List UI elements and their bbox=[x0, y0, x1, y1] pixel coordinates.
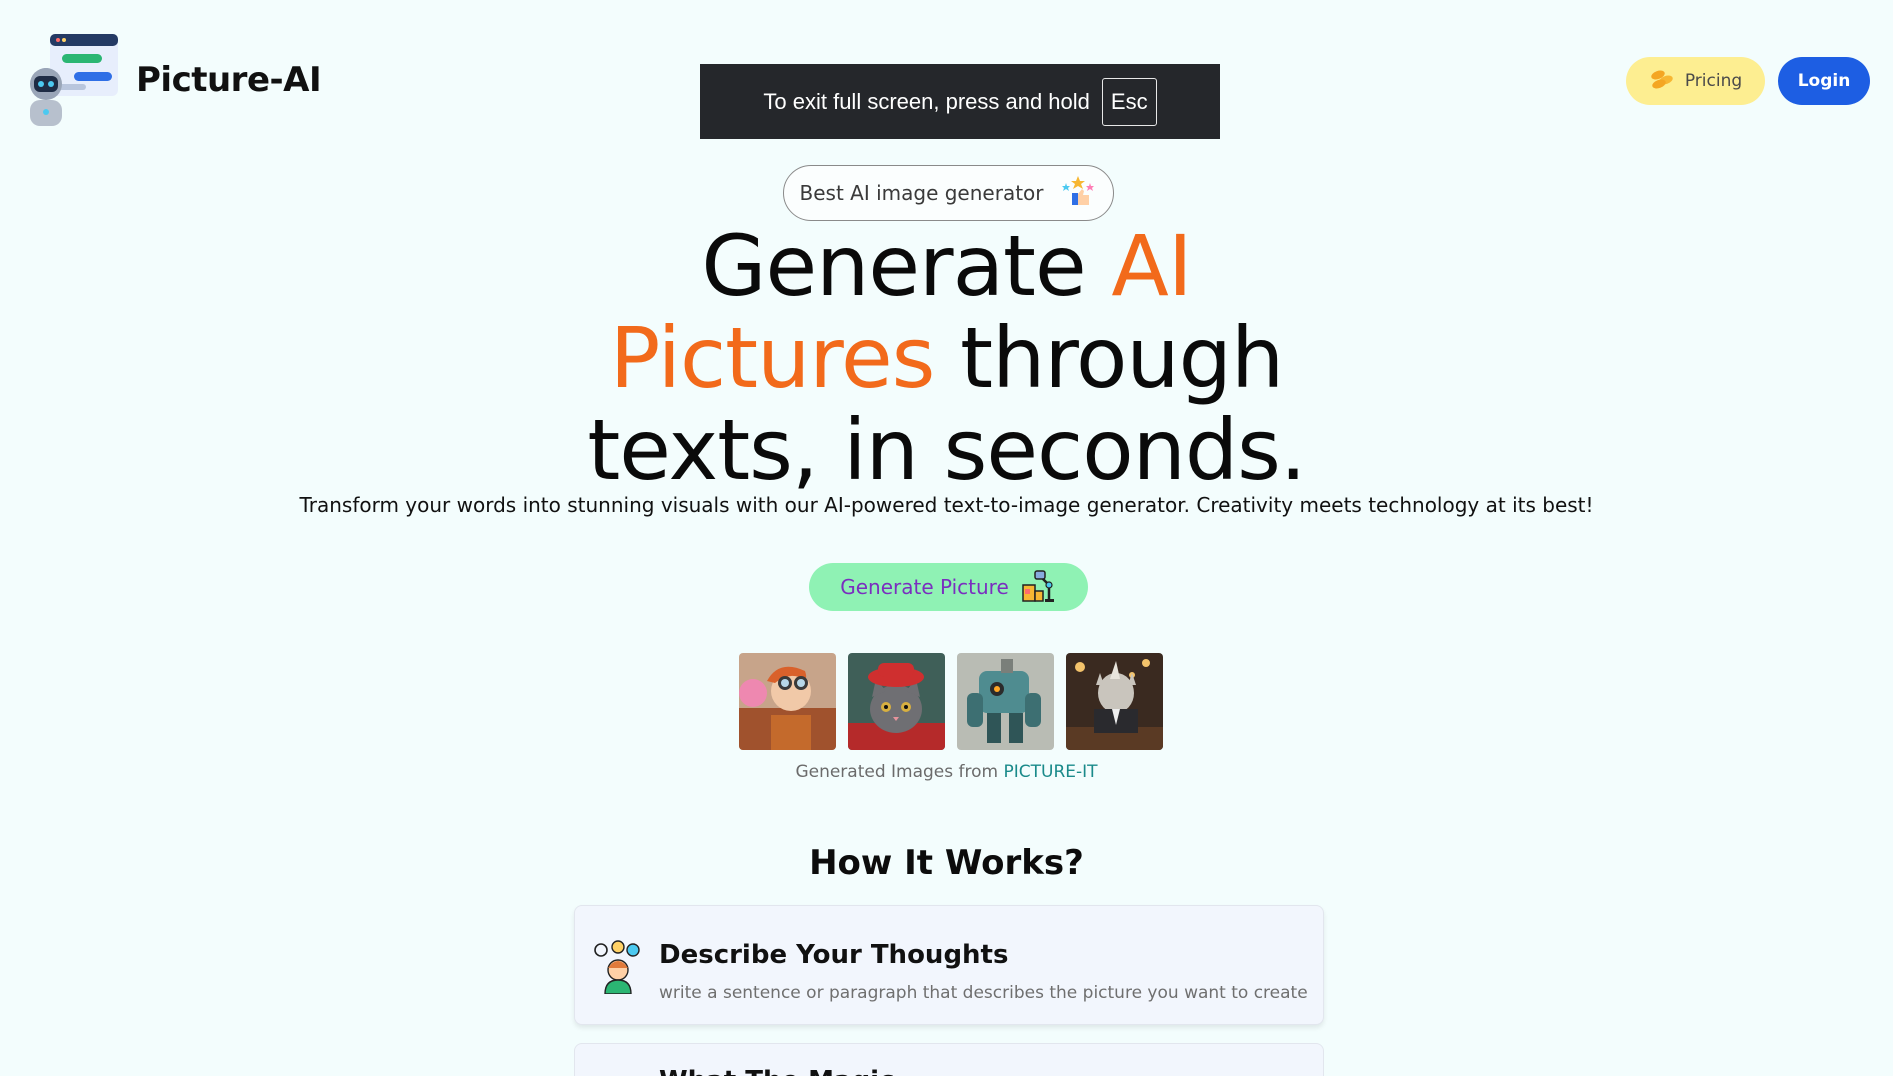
esc-key-badge: Esc bbox=[1101, 77, 1157, 126]
headline-text-2: through bbox=[934, 309, 1284, 407]
best-ai-badge: Best AI image generator bbox=[783, 165, 1114, 221]
step-card-magic: What The Magic bbox=[574, 1043, 1324, 1076]
headline-text-1: Generate bbox=[701, 217, 1112, 315]
step-description: write a sentence or paragraph that descr… bbox=[659, 983, 1308, 1003]
how-it-works-title: How It Works? bbox=[809, 843, 1084, 883]
brand-name: Picture-AI bbox=[136, 60, 322, 100]
brand[interactable]: Picture-AI bbox=[24, 32, 322, 128]
gallery-image-4[interactable] bbox=[1066, 653, 1163, 750]
robot-chat-logo-icon bbox=[24, 32, 120, 128]
gallery-image-3[interactable] bbox=[957, 653, 1054, 750]
pricing-button[interactable]: Pricing bbox=[1626, 57, 1765, 105]
hero-subtitle: Transform your words into stunning visua… bbox=[299, 493, 1594, 517]
generated-images-gallery bbox=[739, 653, 1163, 750]
fullscreen-toast-text: To exit full screen, press and hold bbox=[763, 88, 1090, 114]
headline-accent-ai: AI bbox=[1111, 217, 1192, 315]
generate-label: Generate Picture bbox=[840, 575, 1009, 599]
fullscreen-exit-toast: To exit full screen, press and hold Esc bbox=[700, 64, 1220, 139]
gallery-image-2[interactable] bbox=[848, 653, 945, 750]
badge-label: Best AI image generator bbox=[799, 181, 1044, 205]
step-card-describe: Describe Your Thoughts write a sentence … bbox=[574, 905, 1324, 1025]
login-button[interactable]: Login bbox=[1778, 57, 1870, 105]
headline-accent-pictures: Pictures bbox=[609, 309, 936, 407]
robot-arm-icon bbox=[1021, 567, 1057, 608]
pricing-label: Pricing bbox=[1684, 71, 1743, 91]
gallery-caption: Generated Images from PICTURE-IT bbox=[0, 762, 1893, 782]
coins-icon bbox=[1649, 68, 1675, 95]
page: Picture-AI Pricing Login To exit full sc… bbox=[0, 0, 1893, 1076]
caption-prefix: Generated Images from bbox=[795, 762, 1004, 782]
picture-it-link[interactable]: PICTURE-IT bbox=[1004, 762, 1098, 782]
step-title: Describe Your Thoughts bbox=[659, 940, 1009, 970]
person-thinking-icon bbox=[593, 940, 643, 995]
generate-picture-button[interactable]: Generate Picture bbox=[809, 563, 1088, 611]
stars-thumbs-up-icon bbox=[1058, 175, 1098, 212]
gallery-image-1[interactable] bbox=[739, 653, 836, 750]
header-actions: Pricing Login bbox=[1626, 57, 1870, 105]
headline-text-3: texts, in seconds. bbox=[587, 401, 1306, 499]
step-title: What The Magic bbox=[659, 1066, 895, 1076]
hero-headline: Generate AI Pictures through texts, in s… bbox=[0, 220, 1893, 496]
